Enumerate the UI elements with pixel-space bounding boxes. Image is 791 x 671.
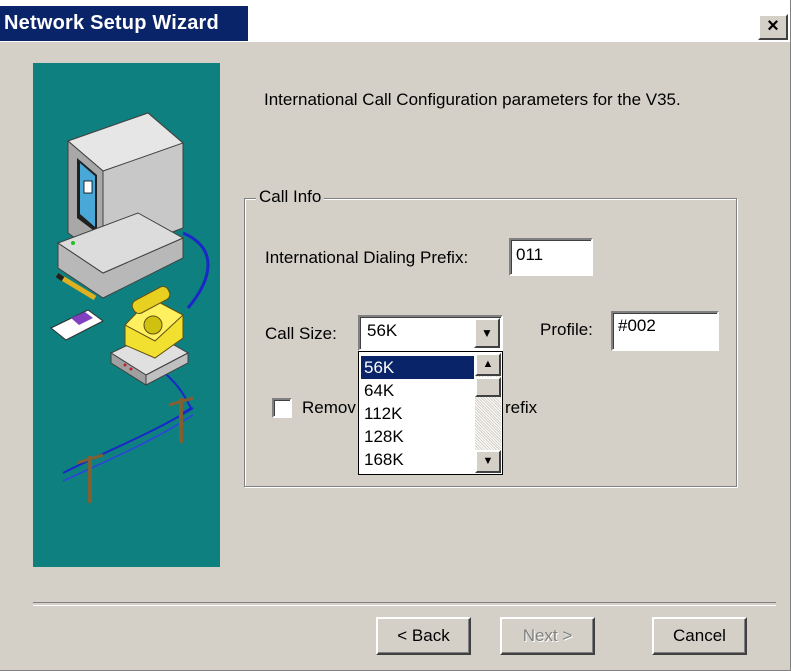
intro-text: International Call Configuration paramet… xyxy=(264,90,681,109)
remove-prefix-checkbox[interactable] xyxy=(272,398,292,418)
call-size-option[interactable]: 128K xyxy=(361,425,474,448)
scroll-thumb[interactable] xyxy=(475,377,501,397)
window-title: Network Setup Wizard xyxy=(0,6,248,41)
cancel-button[interactable]: Cancel xyxy=(652,617,747,655)
close-button[interactable]: × xyxy=(758,14,788,40)
dropdown-scrollbar[interactable]: ▲ ▼ xyxy=(475,353,501,473)
remove-prefix-label-end: refix xyxy=(505,398,538,417)
dialing-prefix-field[interactable]: 011 xyxy=(509,238,593,276)
profile-field[interactable]: #002 xyxy=(611,311,719,351)
scroll-down-button[interactable]: ▼ xyxy=(475,450,501,473)
button-separator xyxy=(33,602,776,606)
remove-prefix-label-start: Remov xyxy=(302,398,356,417)
chevron-up-icon: ▲ xyxy=(482,358,494,370)
next-button[interactable]: Next > xyxy=(500,617,595,655)
computer-icon xyxy=(56,112,185,299)
call-size-combobox[interactable]: 56K ▼ xyxy=(358,315,503,351)
dialing-prefix-label: International Dialing Prefix: xyxy=(265,248,469,267)
back-button[interactable]: < Back xyxy=(376,617,471,655)
call-size-value: 56K xyxy=(367,321,398,340)
call-size-label: Call Size: xyxy=(265,324,337,343)
chevron-down-icon: ▼ xyxy=(481,326,493,340)
chevron-down-icon: ▼ xyxy=(482,455,494,467)
call-size-option[interactable]: 168K xyxy=(361,448,474,471)
profile-label: Profile: xyxy=(540,320,593,339)
wizard-window: Network Setup Wizard × International Cal… xyxy=(0,0,791,671)
call-info-group-label: Call Info xyxy=(256,187,325,207)
scroll-up-button[interactable]: ▲ xyxy=(475,353,501,376)
call-size-dropdown-button[interactable]: ▼ xyxy=(474,318,500,348)
wizard-illustration xyxy=(33,63,220,567)
title-bar: Network Setup Wizard × xyxy=(0,0,790,42)
call-size-dropdown-list: 56K 64K 112K 128K 168K ▲ ▼ xyxy=(358,351,503,475)
call-size-option[interactable]: 64K xyxy=(361,379,474,402)
call-size-option[interactable]: 112K xyxy=(361,402,474,425)
notepad-icon xyxy=(50,309,104,341)
call-size-option[interactable]: 56K xyxy=(361,356,474,379)
telephone-pole-icon xyxy=(76,396,194,503)
